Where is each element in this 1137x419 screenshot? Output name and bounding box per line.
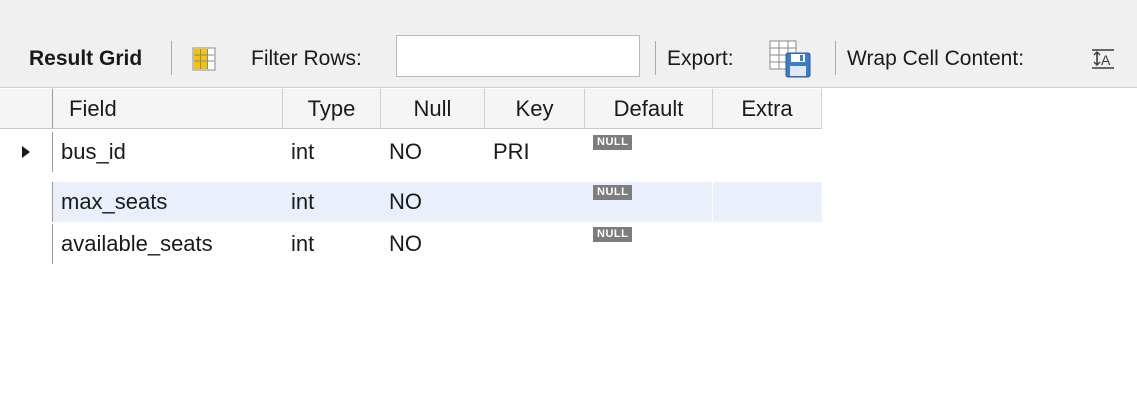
column-header-label: Extra <box>741 95 793 121</box>
column-header-key[interactable]: Key <box>485 89 585 129</box>
cell-null[interactable]: NO <box>381 132 485 172</box>
cell-null[interactable]: NO <box>381 182 485 222</box>
cell-field[interactable]: max_seats <box>53 182 283 222</box>
toolbar-separator <box>835 41 836 75</box>
cell-key[interactable]: PRI <box>485 132 585 172</box>
column-header-field[interactable]: Field <box>53 89 283 129</box>
cell-text: NO <box>389 231 422 256</box>
wrap-cell-content-button[interactable]: A <box>1083 30 1123 88</box>
result-grid-tab[interactable]: Result Grid <box>29 30 142 88</box>
row-selector[interactable] <box>0 182 53 222</box>
cell-type[interactable]: int <box>283 182 381 222</box>
column-header-label: Default <box>613 95 684 121</box>
column-header-label: Key <box>515 95 554 121</box>
export-label: Export: <box>667 47 734 70</box>
filter-rows-label-wrap: Filter Rows: <box>251 30 362 88</box>
null-badge: NULL <box>593 226 633 242</box>
wrap-text-icon: A <box>1092 49 1114 69</box>
table-row[interactable]: max_seats int NO NULL <box>0 182 822 222</box>
svg-text:A: A <box>1101 52 1111 68</box>
cell-field[interactable]: available_seats <box>53 224 283 264</box>
grid-header-row: Field Type Null Key Default Extra <box>0 89 822 129</box>
cell-type[interactable]: int <box>283 132 381 172</box>
cell-text: max_seats <box>61 189 168 214</box>
cell-default[interactable]: NULL <box>585 224 713 264</box>
cell-text: int <box>291 139 315 164</box>
cell-extra[interactable] <box>713 132 822 172</box>
cell-text: bus_id <box>61 139 126 164</box>
cell-null[interactable]: NO <box>381 224 485 264</box>
filter-rows-label: Filter Rows: <box>251 47 362 70</box>
current-row-arrow-icon <box>22 146 30 158</box>
column-header-extra[interactable]: Extra <box>713 89 822 129</box>
table-row[interactable]: bus_id int NO PRI NULL <box>0 132 822 172</box>
cell-extra[interactable] <box>713 224 822 264</box>
row-header-corner <box>0 89 53 129</box>
cell-type[interactable]: int <box>283 224 381 264</box>
table-row[interactable]: available_seats int NO NULL <box>0 224 822 264</box>
cell-key[interactable] <box>485 182 585 222</box>
cell-key[interactable] <box>485 224 585 264</box>
cell-field[interactable]: bus_id <box>53 132 283 172</box>
top-strip <box>0 0 1137 30</box>
cell-text: NO <box>389 139 422 164</box>
toolbar-separator <box>655 41 656 75</box>
result-toolbar: Result Grid Filter Rows: Export: Wrap Ce… <box>0 30 1137 88</box>
result-grid-label: Result Grid <box>29 47 143 70</box>
null-badge: NULL <box>593 184 633 200</box>
export-save-icon <box>769 40 811 78</box>
cell-default[interactable]: NULL <box>585 132 713 172</box>
column-header-default[interactable]: Default <box>585 89 713 129</box>
column-header-label: Type <box>307 95 356 121</box>
wrap-label-wrap: Wrap Cell Content: <box>847 30 1024 88</box>
cell-text: available_seats <box>61 231 213 256</box>
null-badge: NULL <box>593 134 633 150</box>
export-label-wrap: Export: <box>667 30 734 88</box>
filter-rows-input[interactable] <box>396 35 640 77</box>
column-header-null[interactable]: Null <box>381 89 485 129</box>
toolbar-separator <box>171 41 172 75</box>
cell-text: int <box>291 189 315 214</box>
cell-text: NO <box>389 189 422 214</box>
row-selector[interactable] <box>0 224 53 264</box>
cell-text: int <box>291 231 315 256</box>
grid-layout-icon <box>192 47 216 71</box>
row-selector[interactable] <box>0 132 53 172</box>
column-header-label: Null <box>413 95 452 121</box>
cell-default[interactable]: NULL <box>585 182 713 222</box>
wrap-cell-content-label: Wrap Cell Content: <box>847 47 1025 70</box>
export-button[interactable] <box>764 30 818 88</box>
cell-text: PRI <box>493 139 530 164</box>
cell-extra[interactable] <box>713 182 822 222</box>
column-header-label: Field <box>69 95 117 121</box>
grid-layout-button[interactable] <box>184 30 224 88</box>
column-header-type[interactable]: Type <box>283 89 381 129</box>
